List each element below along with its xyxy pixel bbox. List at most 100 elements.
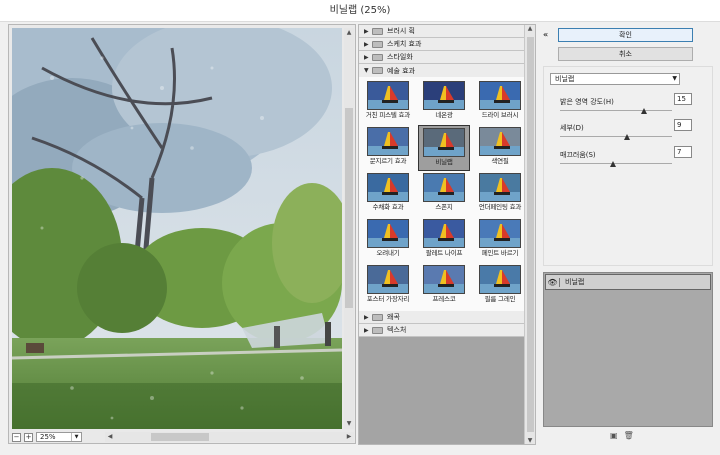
folder-stylize[interactable]: ▶ 스타일화 [359, 51, 525, 64]
param-label: 밝은 영역 강도(H) [560, 98, 614, 106]
expand-icon: ▶ [364, 326, 369, 334]
folder-icon [372, 40, 383, 48]
cancel-button[interactable]: 취소 [558, 47, 693, 61]
folder-label: 왜곡 [387, 313, 400, 321]
filter-thumbnail[interactable]: 네온광 [418, 79, 470, 125]
folder-artistic[interactable]: ▼ 예술 효과 [359, 64, 525, 77]
param-slider[interactable] [560, 163, 672, 164]
folder-icon [372, 326, 383, 334]
new-layer-icon[interactable]: ▣ [610, 431, 618, 440]
filter-thumbnail[interactable]: 프레스코 [418, 263, 470, 309]
chevron-down-icon: ▼ [71, 433, 81, 441]
folder-distort[interactable]: ▶ 왜곡 [359, 311, 525, 324]
filter-thumbnail[interactable]: 비닐랩 [418, 125, 470, 171]
filter-thumbnail[interactable]: 팔레트 나이프 [418, 217, 470, 263]
filter-thumbnail[interactable]: 포스터 가장자리 [362, 263, 414, 309]
filter-thumbnail-label: 네온광 [435, 111, 453, 119]
ok-button[interactable]: 확인 [558, 28, 693, 42]
filter-select[interactable]: 비닐랩 ▼ [550, 73, 680, 85]
trash-icon[interactable]: 🗑 [624, 431, 634, 440]
param-slider[interactable] [560, 110, 672, 111]
slider-knob[interactable] [624, 134, 631, 140]
preview-vertical-scrollbar[interactable]: ▲ ▼ [344, 28, 354, 429]
filter-thumbnail[interactable]: 색연필 [474, 125, 526, 171]
filter-thumbnail-label: 색연필 [491, 157, 509, 165]
param-slider[interactable] [560, 136, 672, 137]
scroll-left-icon[interactable]: ◀ [105, 432, 115, 442]
zoom-in-button[interactable]: + [24, 432, 33, 442]
filter-preview-image [423, 219, 465, 248]
filter-preview-image [423, 173, 465, 202]
filter-thumbnail-label: 수채화 효과 [372, 203, 404, 211]
zoom-select[interactable]: 25% ▼ [36, 432, 82, 442]
filter-thumbnail[interactable]: 언더페인팅 효과 [474, 171, 526, 217]
param-label: 매끄러움(S) [560, 151, 596, 159]
filter-thumbnail[interactable]: 수채화 효과 [362, 171, 414, 217]
filter-preview-image [367, 173, 409, 202]
scroll-down-icon[interactable]: ▼ [344, 419, 354, 429]
filter-thumbnail-label: 비닐랩 [435, 158, 453, 166]
filter-preview-image [423, 128, 465, 157]
folder-sketch[interactable]: ▶ 스케치 효과 [359, 38, 525, 51]
filter-settings-panel: 비닐랩 ▼ 밝은 영역 강도(H) 15 세부(D) 9 매끄러움(S) 7 [543, 66, 713, 266]
expand-icon: ▶ [364, 313, 369, 321]
filter-thumbnail[interactable]: 필름 그레인 [474, 263, 526, 309]
folder-icon [372, 53, 383, 61]
filter-thumbnail[interactable]: 스폰지 [418, 171, 470, 217]
folder-label: 스타일화 [387, 53, 413, 61]
folder-label: 스케치 효과 [387, 40, 422, 48]
filter-thumbnail[interactable]: 페인트 바르기 [474, 217, 526, 263]
filter-thumbnail-grid: 거친 피스텔 효과 네온광 드라이 브러시문지르기 효과 비닐랩 색연필수채화 효과 스폰… [359, 77, 525, 311]
preview-horizontal-scrollbar[interactable]: ◀ ▶ [105, 432, 354, 442]
filter-preview-image [423, 81, 465, 110]
filter-thumbnail-label: 필름 그레인 [484, 295, 516, 303]
slider-knob[interactable] [609, 161, 616, 167]
zoom-out-button[interactable]: − [12, 432, 21, 442]
filter-thumbnail-label: 오려내기 [376, 249, 400, 257]
filter-preview-image [367, 265, 409, 294]
folder-label: 텍스처 [387, 326, 407, 334]
filter-thumbnail[interactable]: 문지르기 효과 [362, 125, 414, 171]
filter-thumbnail[interactable]: 오려내기 [362, 217, 414, 263]
scroll-thumb[interactable] [527, 37, 534, 432]
param-detail: 세부(D) 9 [560, 119, 692, 149]
param-value-input[interactable]: 9 [674, 119, 692, 131]
folder-texture[interactable]: ▶ 텍스처 [359, 324, 525, 337]
filter-thumbnail-label: 프레스코 [432, 295, 456, 303]
filter-preview-image [367, 81, 409, 110]
filter-thumbnail-label: 팔레트 나이프 [425, 249, 463, 257]
filter-thumbnail[interactable]: 드라이 브러시 [474, 79, 526, 125]
zoom-value: 25% [40, 433, 56, 441]
slider-knob[interactable] [641, 108, 647, 114]
folder-brush-strokes[interactable]: ▶ 브러시 획 [359, 25, 525, 38]
filter-thumbnail-label: 페인트 바르기 [481, 249, 519, 257]
param-value-input[interactable]: 7 [674, 146, 692, 158]
scroll-down-icon[interactable]: ▼ [525, 437, 535, 444]
folder-icon [372, 313, 383, 321]
folder-open-icon [372, 67, 383, 74]
param-smoothness: 매끄러움(S) 7 [560, 146, 692, 176]
filter-thumbnail-label: 스폰지 [435, 203, 453, 211]
effect-layer-row[interactable]: 👁 비닐랩 [545, 274, 711, 290]
filter-thumbnail[interactable]: 거친 피스텔 효과 [362, 79, 414, 125]
filter-preview-image [479, 81, 521, 110]
filter-thumbnail-label: 드라이 브러시 [481, 111, 519, 119]
param-label: 세부(D) [560, 124, 584, 132]
filter-preview-image [479, 219, 521, 248]
folder-icon [372, 27, 383, 35]
scroll-thumb[interactable] [151, 433, 209, 441]
param-value-input[interactable]: 15 [674, 93, 692, 105]
collapse-icon: ▼ [364, 67, 369, 74]
preview-image[interactable] [12, 28, 342, 429]
filter-preview-image [479, 173, 521, 202]
scroll-up-icon[interactable]: ▲ [344, 28, 354, 38]
scroll-up-icon[interactable]: ▲ [525, 25, 535, 32]
collapse-gallery-icon[interactable]: « [543, 30, 548, 39]
gallery-scrollbar[interactable]: ▲ ▼ [524, 25, 535, 444]
expand-icon: ▶ [364, 53, 369, 61]
eye-icon[interactable]: 👁 [546, 277, 560, 287]
filter-gallery: ▶ 브러시 획 ▶ 스케치 효과 ▶ 스타일화 ▼ 예술 효과 거친 피스텔 효… [358, 24, 536, 445]
scroll-right-icon[interactable]: ▶ [344, 432, 354, 442]
scroll-thumb[interactable] [345, 108, 353, 308]
expand-icon: ▶ [364, 40, 369, 48]
